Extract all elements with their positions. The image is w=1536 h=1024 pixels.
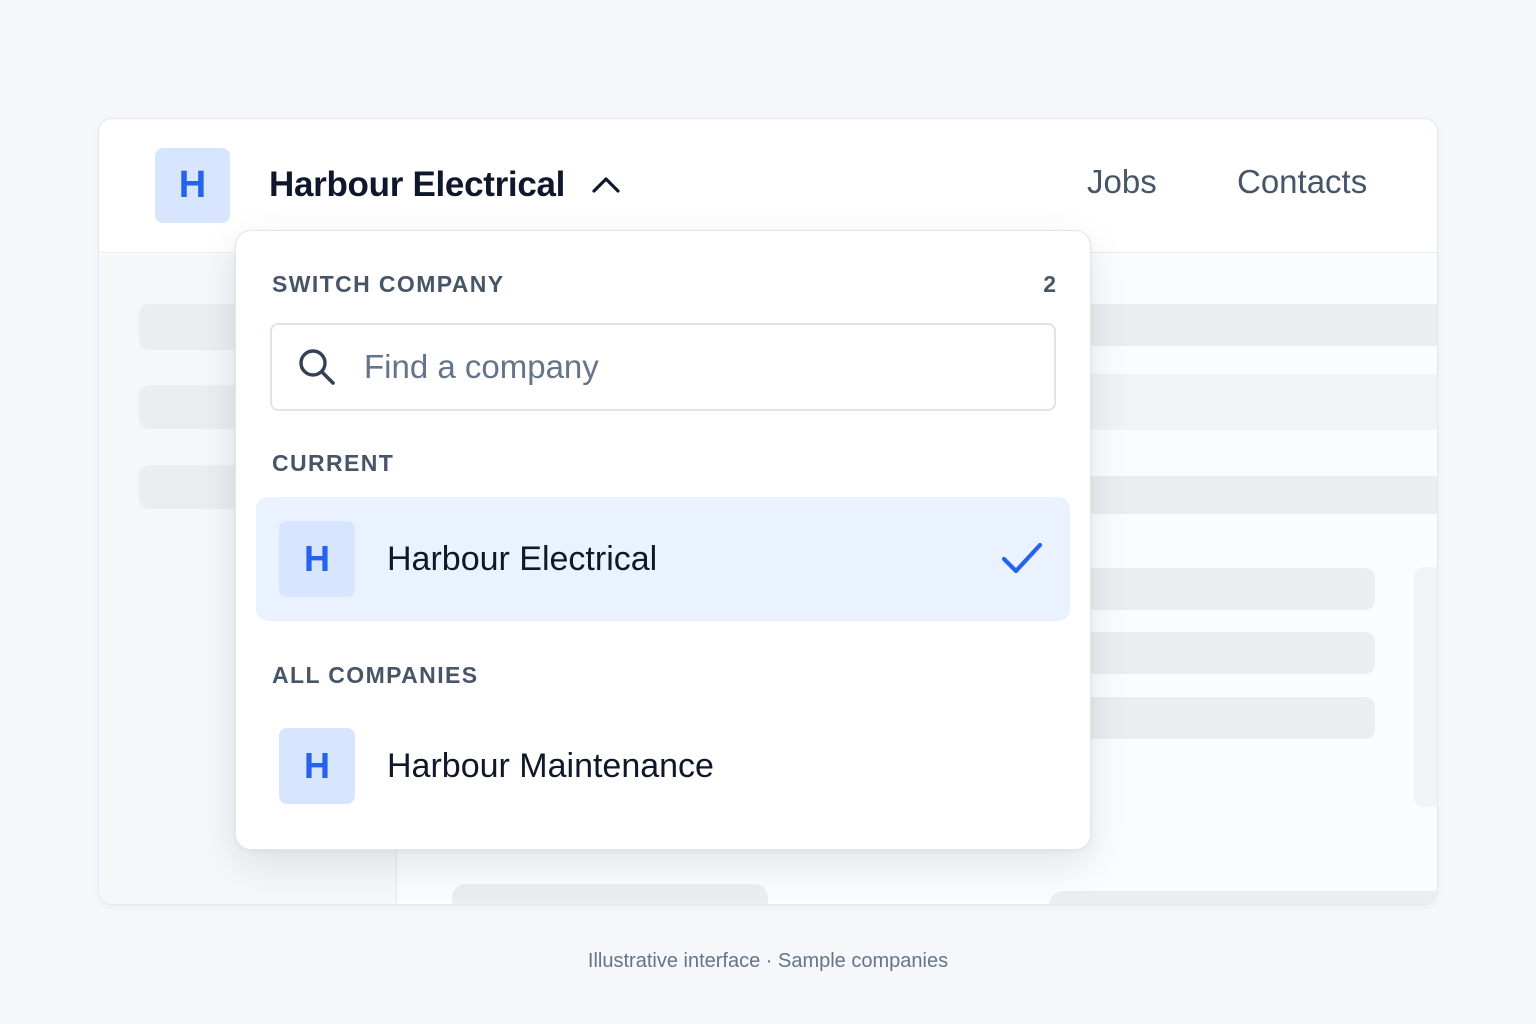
current-company-name: Harbour Electrical [269,165,566,204]
content-skeleton-line [1079,568,1375,610]
all-companies-section-label: ALL COMPANIES [272,662,479,688]
search-field[interactable] [270,323,1056,411]
content-skeleton-tab [1049,891,1437,904]
content-skeleton-card [1414,567,1437,807]
company-option-harbour-electrical[interactable]: H Harbour Electrical [256,497,1070,621]
company-option-harbour-maintenance[interactable]: H Harbour Maintenance [256,704,1070,828]
current-section-label: CURRENT [272,450,395,476]
dropdown-title: SWITCH COMPANY [272,271,505,297]
caption: Illustrative interface · Sample companie… [587,950,949,972]
content-skeleton-tab [452,884,768,904]
company-count: 2 [1043,271,1056,297]
check-icon [1000,539,1044,579]
company-avatar: H [155,148,230,223]
content-skeleton-line [1079,697,1375,739]
search-icon [296,346,338,388]
company-switcher-dropdown: SWITCH COMPANY 2 CURRENT H Harbour Elect… [235,230,1091,850]
nav-link-jobs[interactable]: Jobs [1087,163,1157,201]
search-input[interactable] [364,348,1024,386]
content-skeleton-panel [1079,374,1437,430]
chevron-up-icon [591,175,621,195]
nav-link-contacts[interactable]: Contacts [1237,163,1367,201]
company-option-name: Harbour Maintenance [387,746,714,785]
company-avatar: H [279,521,355,597]
company-option-name: Harbour Electrical [387,539,658,578]
content-skeleton-line [1079,632,1375,674]
content-skeleton-bar [1079,304,1437,346]
company-switcher-button[interactable]: Harbour Electrical [269,159,621,211]
company-avatar: H [279,728,355,804]
content-skeleton-bar [1079,476,1437,514]
